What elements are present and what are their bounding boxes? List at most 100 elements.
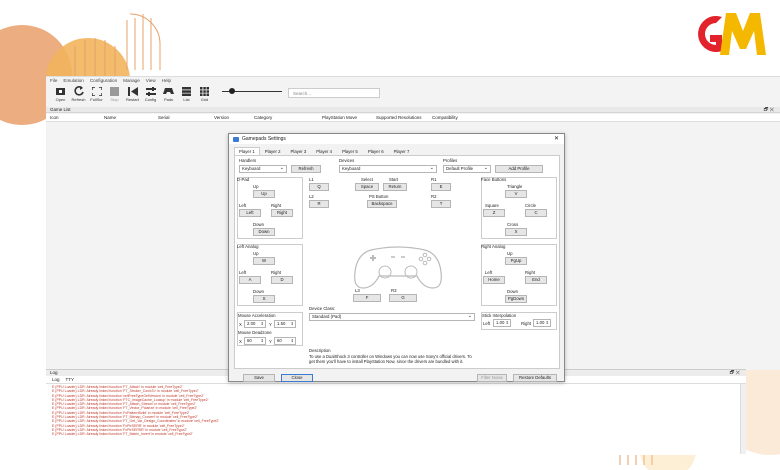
l3-button[interactable]: F <box>353 294 381 302</box>
right-analog-right-button[interactable]: End <box>525 276 547 284</box>
l2-button[interactable]: R <box>309 200 329 208</box>
stop-icon <box>110 85 119 97</box>
restore-defaults-button[interactable]: Restore Defaults <box>513 374 557 382</box>
ps-button-label: PS Button <box>369 194 389 199</box>
ps-button[interactable]: Backspace <box>367 200 397 208</box>
close-button[interactable]: Close <box>281 374 313 382</box>
mouse-dead-x-label: X <box>239 339 242 344</box>
mouse-accel-x-value: 2.00 <box>247 321 256 326</box>
profiles-select[interactable]: Default Profile <box>443 165 491 173</box>
device-class-select[interactable]: Standard (Pad) <box>309 313 475 321</box>
icon-size-slider[interactable] <box>222 85 282 97</box>
refresh-button[interactable]: Refresh <box>291 165 321 173</box>
dpad-left-button[interactable]: Left <box>239 209 261 217</box>
menu-manage[interactable]: Manage <box>123 78 140 83</box>
add-profile-button[interactable]: Add Profile <box>495 165 543 173</box>
circle-button[interactable]: C <box>525 209 547 217</box>
log-line: E {PPU Loader} LDR: Already linked funct… <box>52 432 193 437</box>
cross-button[interactable]: X <box>505 228 527 236</box>
left-analog-right-button[interactable]: D <box>271 276 293 284</box>
mouse-accel-x-spinbox[interactable]: 2.00 ⇕ <box>244 320 266 328</box>
tab-log[interactable]: Log <box>52 377 60 382</box>
log-dock-controls[interactable]: 🗗 ✕ <box>730 370 740 378</box>
save-button[interactable]: Save <box>243 374 275 382</box>
r2-button[interactable]: T <box>431 200 451 208</box>
triangle-label: Triangle <box>507 184 523 189</box>
left-analog-down-button[interactable]: S <box>253 295 275 303</box>
device-class-label: Device Class: <box>309 306 336 311</box>
close-icon[interactable]: ✕ <box>554 135 559 142</box>
l2-label: L2 <box>309 194 314 199</box>
description-label: Description <box>309 348 331 353</box>
left-analog-right-label: Right <box>271 270 282 275</box>
dpad-up-button[interactable]: Up <box>253 190 275 198</box>
mouse-dead-y-label: Y <box>269 339 272 344</box>
restart-button[interactable]: Restart <box>124 85 141 102</box>
tab-tty[interactable]: TTY <box>66 377 75 382</box>
col-icon[interactable]: Icon <box>50 115 59 120</box>
description-text: To use a DualShock 3 controller on Windo… <box>309 354 472 364</box>
col-serial[interactable]: Serial <box>158 115 170 120</box>
slider-handle[interactable] <box>229 88 235 94</box>
fullscreen-button[interactable]: FullScr <box>88 85 105 102</box>
log-title: Log <box>50 370 58 375</box>
col-version[interactable]: Version <box>214 115 229 120</box>
grid-button[interactable]: Grid <box>196 85 213 102</box>
start-button[interactable]: Return <box>383 183 407 191</box>
devices-select[interactable]: Keyboard <box>339 165 437 173</box>
menu-view[interactable]: View <box>146 78 156 83</box>
open-button[interactable]: Open <box>52 85 69 102</box>
stop-label: Stop <box>110 97 119 102</box>
right-analog-up-button[interactable]: PgUp <box>505 257 527 265</box>
menu-file[interactable]: File <box>50 78 57 83</box>
log-scrollbar[interactable] <box>740 384 746 454</box>
menu-configuration[interactable]: Configuration <box>90 78 117 83</box>
dpad-down-button[interactable]: Down <box>253 228 275 236</box>
left-analog-left-label: Left <box>239 270 247 275</box>
handlers-select[interactable]: Keyboard <box>239 165 287 173</box>
stick-right-spinbox[interactable]: 1.00 ⇕ <box>533 319 551 327</box>
dpad-right-button[interactable]: Right <box>271 209 293 217</box>
pads-button[interactable]: Pads <box>160 85 177 102</box>
mouse-accel-y-value: 1.50 <box>277 321 286 326</box>
config-button[interactable]: Config <box>142 85 159 102</box>
l3-label: L3 <box>355 288 360 293</box>
list-button[interactable]: List <box>178 85 195 102</box>
dpad-left-label: Left <box>239 203 247 208</box>
col-supported-resolutions[interactable]: Supported Resolutions <box>376 115 422 120</box>
right-analog-down-button[interactable]: PgDown <box>505 295 527 303</box>
mouse-dead-x-spinbox[interactable]: 60 ⇕ <box>244 337 266 345</box>
restart-icon <box>127 85 138 97</box>
stick-left-spinbox[interactable]: 1.00 ⇕ <box>493 319 511 327</box>
r3-button[interactable]: G <box>389 294 417 302</box>
game-list-title: Game List <box>50 107 71 112</box>
square-button[interactable]: Z <box>483 209 505 217</box>
mouse-accel-y-spinbox[interactable]: 1.50 ⇕ <box>274 320 296 328</box>
l1-button[interactable]: Q <box>309 183 329 191</box>
search-input[interactable]: Search... <box>288 88 380 98</box>
face-buttons-label: Face Buttons <box>481 177 507 182</box>
refresh-button[interactable]: Refresh <box>70 85 87 102</box>
mouse-dead-y-spinbox[interactable]: 60 ⇕ <box>274 337 296 345</box>
col-playstation-move[interactable]: PlayStation Move <box>322 115 357 120</box>
triangle-button[interactable]: V <box>505 190 527 198</box>
col-name[interactable]: Name <box>104 115 116 120</box>
right-analog-down-label: Down <box>507 289 518 294</box>
refresh-label: Refresh <box>71 97 86 102</box>
left-analog-up-button[interactable]: W <box>253 257 275 265</box>
gm-logo <box>698 13 766 55</box>
r1-button[interactable]: E <box>431 183 451 191</box>
right-analog-left-button[interactable]: Home <box>483 276 505 284</box>
select-button[interactable]: Space <box>355 183 379 191</box>
dpad-right-label: Right <box>271 203 282 208</box>
r2-label: R2 <box>431 194 437 199</box>
menu-emulation[interactable]: Emulation <box>63 78 83 83</box>
col-category[interactable]: Category <box>254 115 272 120</box>
col-compatibility[interactable]: Compatibility <box>432 115 458 120</box>
left-analog-left-button[interactable]: A <box>239 276 261 284</box>
stop-button[interactable]: Stop <box>106 85 123 102</box>
menu-help[interactable]: Help <box>162 78 171 83</box>
filter-noise-button[interactable]: Filter Noise <box>477 374 507 382</box>
start-label: Start <box>389 177 399 182</box>
mouse-dead-y-value: 60 <box>277 338 282 343</box>
